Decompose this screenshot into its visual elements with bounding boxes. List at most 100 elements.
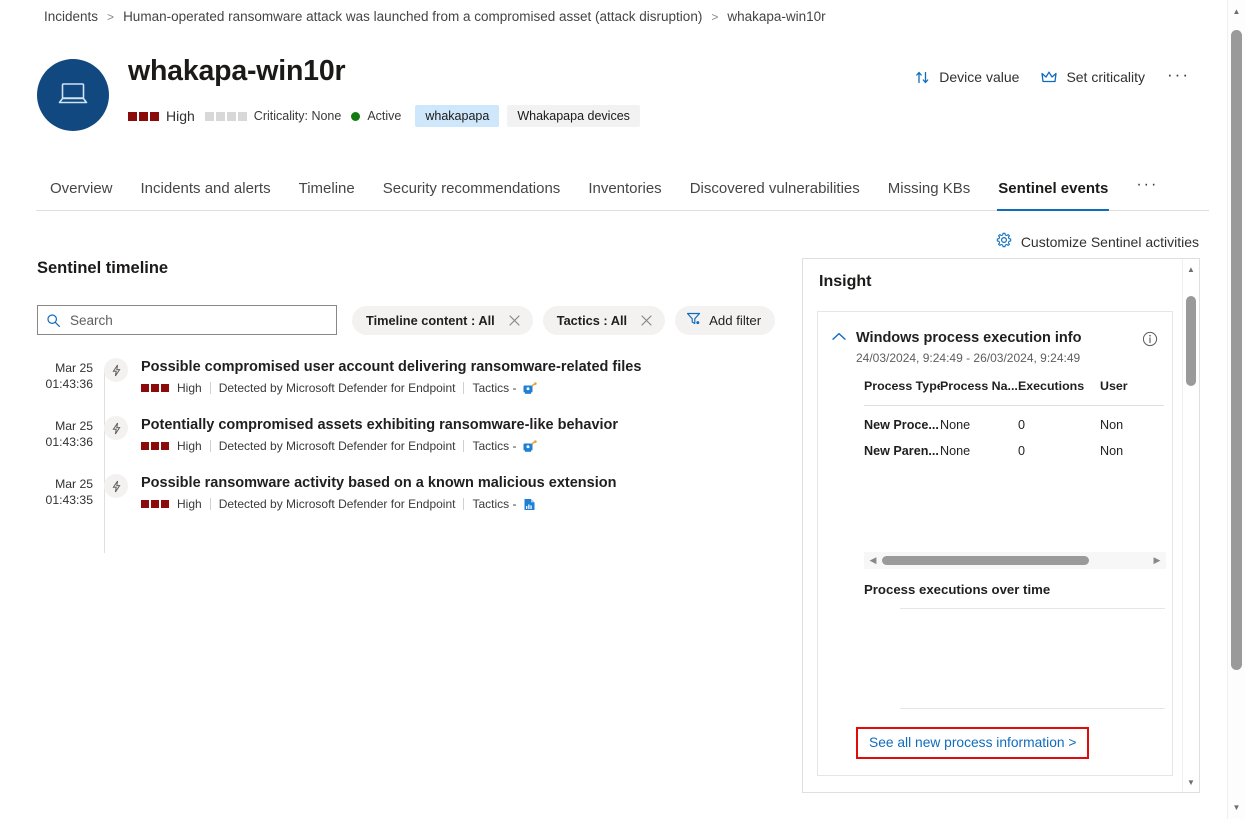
column-header-process-name[interactable]: Process Na... <box>940 379 1018 406</box>
scroll-down-arrow-icon[interactable]: ▼ <box>1228 799 1245 816</box>
tab-sentinel-events[interactable]: Sentinel events <box>984 180 1122 211</box>
timeline-event-source: Detected by Microsoft Defender for Endpo… <box>218 381 456 395</box>
header-commands: Device value Set criticality ··· <box>915 65 1190 89</box>
customize-label: Customize Sentinel activities <box>1020 233 1199 250</box>
timeline-event-timestamp: Mar 25 01:43:36 <box>37 358 93 395</box>
timeline-event-date: Mar 25 <box>55 477 93 491</box>
timeline-event-severity: High <box>177 439 202 453</box>
scroll-up-arrow-icon[interactable]: ▲ <box>1228 3 1245 20</box>
gear-icon <box>996 232 1012 251</box>
page-scrollbar[interactable]: ▲ ▼ <box>1227 0 1245 819</box>
severity-blocks <box>128 111 159 121</box>
scroll-up-arrow-icon[interactable]: ▲ <box>1183 261 1199 277</box>
cell-executions: 0 <box>1018 418 1026 432</box>
status-label: Active <box>367 109 402 123</box>
impact-icon[interactable] <box>523 498 536 511</box>
timeline-list: Mar 25 01:43:36 Possible compromised use… <box>37 358 767 553</box>
cell-process-name: None <box>940 418 971 432</box>
timeline-event-row[interactable]: Mar 25 01:43:36 Possible compromised use… <box>37 358 767 395</box>
timeline-event-source: Detected by Microsoft Defender for Endpo… <box>218 497 456 511</box>
column-header-executions[interactable]: Executions <box>1018 379 1100 406</box>
timeline-event-title[interactable]: Possible ransomware activity based on a … <box>141 475 767 491</box>
tab-missing-kbs[interactable]: Missing KBs <box>874 180 985 210</box>
breadcrumb-item-incidents[interactable]: Incidents <box>44 9 98 24</box>
chart-title: Process executions over time <box>864 582 1051 597</box>
timeline-event-row[interactable]: Mar 25 01:43:35 Possible ransomware acti… <box>37 474 767 511</box>
tab-incidents-and-alerts[interactable]: Incidents and alerts <box>127 180 285 210</box>
table-row[interactable]: New Paren... None 0 Non <box>864 432 1164 458</box>
divider <box>209 382 211 394</box>
device-value-label: Device value <box>939 69 1020 85</box>
timeline-event-date: Mar 25 <box>55 361 93 375</box>
tab-timeline[interactable]: Timeline <box>285 180 369 210</box>
scrollbar-thumb[interactable] <box>1186 296 1196 386</box>
tab-more-button[interactable]: ··· <box>1122 176 1168 210</box>
search-input[interactable] <box>68 311 328 329</box>
filter-pill-timeline-content-label[interactable]: Timeline content : All <box>352 313 505 328</box>
tab-discovered-vulnerabilities[interactable]: Discovered vulnerabilities <box>676 180 874 210</box>
see-all-new-process-information-link[interactable]: See all new process information > <box>869 735 1076 750</box>
timeline-connector <box>104 368 105 553</box>
chevron-up-icon[interactable] <box>832 332 846 341</box>
close-icon[interactable] <box>505 315 533 326</box>
timeline-event-body: Potentially compromised assets exhibitin… <box>141 416 767 453</box>
cell-user: Non <box>1100 418 1124 432</box>
search-icon <box>46 313 61 328</box>
breadcrumb-separator-icon: > <box>711 9 719 24</box>
search-box[interactable] <box>37 305 337 335</box>
breadcrumb-item-incident[interactable]: Human-operated ransomware attack was lau… <box>123 9 702 24</box>
tab-overview[interactable]: Overview <box>36 180 127 210</box>
laptop-icon <box>58 83 88 104</box>
severity-blocks <box>141 442 169 450</box>
filter-pill-tactics[interactable]: Tactics : All <box>542 306 666 335</box>
timeline-event-title[interactable]: Potentially compromised assets exhibitin… <box>141 417 767 433</box>
scrollbar-track[interactable] <box>882 552 1148 569</box>
close-icon[interactable] <box>637 315 665 326</box>
scroll-left-arrow-icon[interactable]: ◀ <box>864 555 882 566</box>
breadcrumb-item-device[interactable]: whakapa-win10r <box>727 9 825 24</box>
table-row[interactable]: New Proce... None 0 Non <box>864 406 1164 432</box>
breadcrumb: Incidents > Human-operated ransomware at… <box>44 9 826 24</box>
timeline-event-tactics-label: Tactics - <box>472 439 517 453</box>
timeline-event-time: 01:43:36 <box>45 435 93 449</box>
customize-sentinel-activities-button[interactable]: Customize Sentinel activities <box>996 232 1199 251</box>
timeline-event-time: 01:43:35 <box>45 493 93 507</box>
see-all-highlight-box: See all new process information > <box>856 727 1090 759</box>
tag-whakapapa-devices[interactable]: Whakapapa devices <box>507 105 640 127</box>
scrollbar-thumb[interactable] <box>882 556 1090 565</box>
timeline-event-title[interactable]: Possible compromised user account delive… <box>141 359 767 375</box>
chart-gridline <box>900 708 1165 709</box>
divider <box>463 440 465 452</box>
info-icon[interactable] <box>1142 331 1158 347</box>
section-title: Sentinel timeline <box>37 259 169 277</box>
scroll-right-arrow-icon[interactable]: ▶ <box>1148 555 1166 566</box>
credential-access-icon[interactable] <box>523 439 537 453</box>
crown-icon <box>1041 70 1058 85</box>
timeline-event-row[interactable]: Mar 25 01:43:36 Potentially compromised … <box>37 416 767 453</box>
tab-inventories[interactable]: Inventories <box>574 180 675 210</box>
add-filter-button[interactable]: Add filter <box>675 306 776 335</box>
table-horizontal-scrollbar[interactable]: ◀ ▶ <box>864 552 1166 569</box>
header-more-button[interactable]: ··· <box>1167 65 1190 89</box>
lightning-bolt-icon <box>104 474 128 498</box>
tab-bar: Overview Incidents and alerts Timeline S… <box>36 163 1209 211</box>
insight-card-heading: Windows process execution info <box>856 330 1082 346</box>
column-header-user[interactable]: User <box>1100 379 1164 406</box>
scroll-down-arrow-icon[interactable]: ▼ <box>1183 774 1199 790</box>
scrollbar-thumb[interactable] <box>1231 30 1242 670</box>
credential-access-icon[interactable] <box>523 381 537 395</box>
column-header-process-type[interactable]: Process Type <box>864 379 940 406</box>
page-title: whakapa-win10r <box>128 55 346 87</box>
tab-security-recommendations[interactable]: Security recommendations <box>369 180 575 210</box>
filter-pill-tactics-label[interactable]: Tactics : All <box>543 313 637 328</box>
severity-blocks <box>141 500 169 508</box>
divider <box>209 440 211 452</box>
filter-pill-timeline-content[interactable]: Timeline content : All <box>352 306 533 335</box>
insight-panel-scrollbar[interactable]: ▲ ▼ <box>1182 259 1199 792</box>
set-criticality-button[interactable]: Set criticality <box>1041 69 1145 85</box>
device-avatar <box>37 59 109 131</box>
tag-whakapapa[interactable]: whakapapa <box>415 105 500 127</box>
device-value-button[interactable]: Device value <box>915 69 1019 85</box>
timeline-event-meta: High Detected by Microsoft Defender for … <box>141 439 767 453</box>
filter-bar: Timeline content : All Tactics : All Add… <box>352 306 776 335</box>
